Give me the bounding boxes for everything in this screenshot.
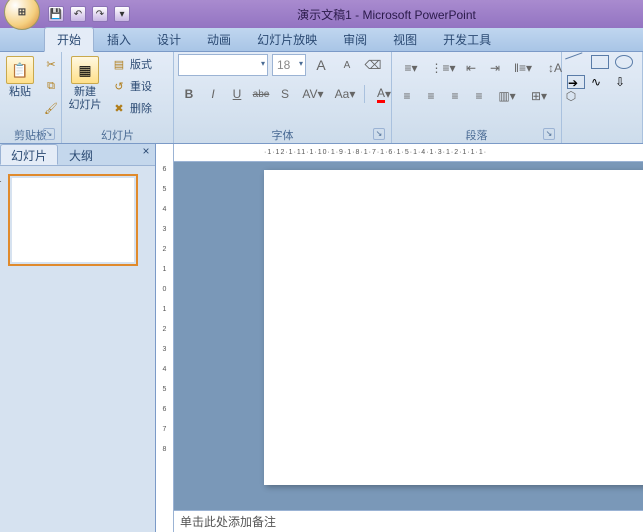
qat-redo[interactable]: ↷ — [92, 6, 108, 22]
align-center-button[interactable]: ≡ — [420, 86, 442, 106]
tab-slideshow[interactable]: 幻灯片放映 — [244, 27, 330, 51]
layout-button[interactable]: ▤版式 — [108, 54, 156, 74]
clipboard-launcher[interactable]: ↘ — [43, 128, 55, 140]
workspace: 幻灯片 大纲 × 1 654 321 012 345 678 ·1·12·1·1… — [0, 144, 643, 532]
group-clipboard: 📋 粘贴 ✂ ⧉ 🖌 剪贴板↘ — [0, 52, 62, 143]
align-left-button[interactable]: ≡ — [396, 86, 418, 106]
group-paragraph: ≡▾ ⋮≡▾ ⇤ ⇥ ‖≡▾ ↕A ≡ ≡ ≡ ≡ ▥▾ ⊞▾ ⬡ 段落↘ — [392, 52, 562, 143]
thumb-preview — [12, 178, 134, 262]
pane-close[interactable]: × — [137, 144, 155, 165]
pane-tabs: 幻灯片 大纲 × — [0, 144, 155, 166]
notes-pane[interactable]: 单击此处添加备注 — [174, 510, 643, 532]
underline-button[interactable]: U — [226, 84, 248, 104]
columns-button[interactable]: ▥▾ — [492, 86, 522, 106]
delete-icon: ✖ — [112, 101, 126, 115]
paste-icon: 📋 — [6, 56, 34, 84]
pane-tab-outline[interactable]: 大纲 — [58, 144, 104, 165]
copy-icon: ⧉ — [44, 79, 58, 93]
align-text-button[interactable]: ⊞▾ — [524, 86, 554, 106]
line-spacing-button[interactable]: ‖≡▾ — [508, 58, 538, 78]
tab-review[interactable]: 审阅 — [330, 27, 380, 51]
bold-button[interactable]: B — [178, 84, 200, 104]
titlebar: ⊞ 💾 ↶ ↷ ▾ 演示文稿1 - Microsoft PowerPoint — [0, 0, 643, 28]
qat-save[interactable]: 💾 — [48, 6, 64, 22]
align-right-button[interactable]: ≡ — [444, 86, 466, 106]
char-spacing-button[interactable]: AV▾ — [298, 84, 328, 104]
tab-animations[interactable]: 动画 — [194, 27, 244, 51]
tab-home[interactable]: 开始 — [44, 27, 94, 52]
font-size-combo[interactable]: 18▾ — [272, 54, 306, 76]
shadow-button[interactable]: S — [274, 84, 296, 104]
justify-button[interactable]: ≡ — [468, 86, 490, 106]
font-launcher[interactable]: ↘ — [373, 128, 385, 140]
slide-canvas-area[interactable] — [174, 162, 643, 510]
change-case-button[interactable]: Aa▾ — [330, 84, 360, 104]
group-label-paragraph: 段落↘ — [396, 127, 557, 143]
tab-design[interactable]: 设计 — [144, 27, 194, 51]
paragraph-launcher[interactable]: ↘ — [543, 128, 555, 140]
slides-pane: 幻灯片 大纲 × 1 — [0, 144, 156, 532]
window-title: 演示文稿1 - Microsoft PowerPoint — [130, 6, 643, 23]
paste-button[interactable]: 📋 粘贴 — [4, 54, 36, 101]
shape-curve[interactable]: ∿ — [591, 75, 609, 89]
reset-icon: ↺ — [112, 79, 126, 93]
layout-icon: ▤ — [112, 57, 126, 71]
ribbon: 📋 粘贴 ✂ ⧉ 🖌 剪贴板↘ ▦ 新建 幻灯片 ▤版式 ↺重设 ✖删除 幻灯片 — [0, 52, 643, 144]
ribbon-tabstrip: 开始 插入 设计 动画 幻灯片放映 审阅 视图 开发工具 — [0, 28, 643, 52]
editor-area: ·1·12·1·11·1·10·1·9·1·8·1·7·1·6·1·5·1·4·… — [174, 144, 643, 532]
new-slide-icon: ▦ — [71, 56, 99, 84]
copy-button[interactable]: ⧉ — [40, 76, 62, 96]
brush-icon: 🖌 — [44, 101, 58, 115]
strike-button[interactable]: abe — [250, 84, 272, 104]
pane-tab-slides[interactable]: 幻灯片 — [0, 144, 58, 165]
shape-arrow[interactable]: ➔ — [567, 75, 585, 89]
thumbnail-list: 1 — [0, 166, 155, 532]
shrink-font-button[interactable]: A — [336, 55, 358, 75]
clear-format-button[interactable]: ⌫ — [362, 55, 384, 75]
cut-icon: ✂ — [44, 57, 58, 71]
cut-button[interactable]: ✂ — [40, 54, 62, 74]
numbering-button[interactable]: ⋮≡▾ — [428, 58, 458, 78]
quick-access-toolbar: 💾 ↶ ↷ ▾ — [48, 6, 130, 22]
vertical-ruler: 654 321 012 345 678 — [156, 144, 174, 532]
bullets-button[interactable]: ≡▾ — [396, 58, 426, 78]
group-label-clipboard: 剪贴板↘ — [4, 127, 57, 143]
qat-customize[interactable]: ▾ — [114, 6, 130, 22]
qat-undo[interactable]: ↶ — [70, 6, 86, 22]
decrease-indent-button[interactable]: ⇤ — [460, 58, 482, 78]
tab-developer[interactable]: 开发工具 — [430, 27, 504, 51]
group-shapes: ➔ ∿ ⇩ — [562, 52, 643, 143]
reset-button[interactable]: ↺重设 — [108, 76, 156, 96]
thumb-number: 1 — [0, 174, 2, 185]
format-painter-button[interactable]: 🖌 — [40, 98, 62, 118]
shape-line[interactable] — [565, 52, 587, 71]
increase-indent-button[interactable]: ⇥ — [484, 58, 506, 78]
slide-canvas[interactable] — [264, 170, 643, 485]
shape-more[interactable]: ⇩ — [615, 75, 633, 89]
tab-view[interactable]: 视图 — [380, 27, 430, 51]
tab-insert[interactable]: 插入 — [94, 27, 144, 51]
group-label-slides: 幻灯片 — [66, 127, 169, 143]
new-slide-button[interactable]: ▦ 新建 幻灯片 — [66, 54, 104, 114]
horizontal-ruler: ·1·12·1·11·1·10·1·9·1·8·1·7·1·6·1·5·1·4·… — [174, 144, 643, 162]
delete-slide-button[interactable]: ✖删除 — [108, 98, 156, 118]
italic-button[interactable]: I — [202, 84, 224, 104]
group-slides: ▦ 新建 幻灯片 ▤版式 ↺重设 ✖删除 幻灯片 — [62, 52, 174, 143]
group-label-font: 字体↘ — [178, 127, 387, 143]
font-name-combo[interactable]: ▾ — [178, 54, 268, 76]
grow-font-button[interactable]: A — [310, 55, 332, 75]
group-font: ▾ 18▾ A A ⌫ B I U abe S AV▾ Aa▾ A▾ 字体↘ — [174, 52, 392, 143]
office-button[interactable]: ⊞ — [4, 0, 40, 30]
shape-rect[interactable] — [591, 55, 609, 69]
slide-thumbnail-1[interactable] — [8, 174, 138, 266]
shape-oval[interactable] — [615, 55, 633, 69]
